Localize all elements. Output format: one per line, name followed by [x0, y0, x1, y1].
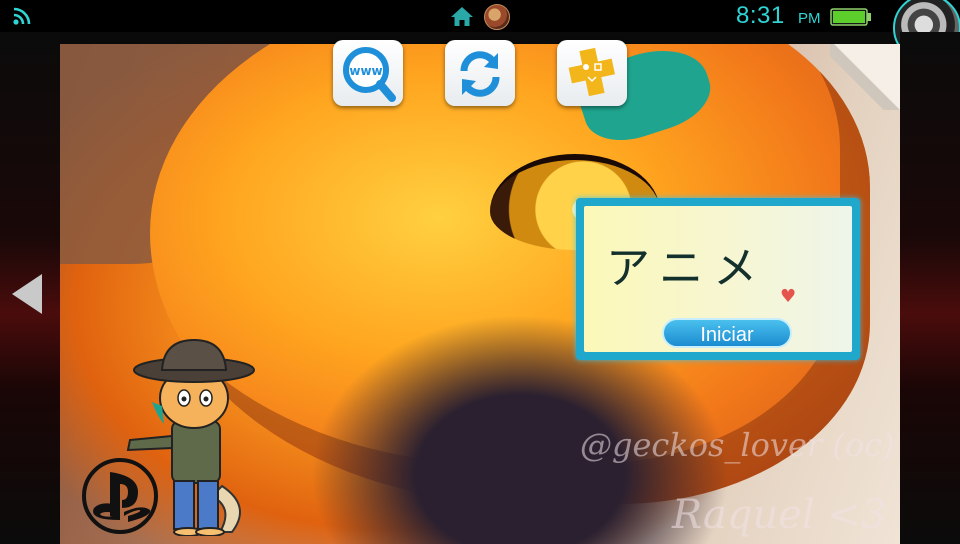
- refresh-arrows-icon: [460, 51, 500, 97]
- live-area-title: アニメ: [606, 243, 768, 294]
- status-bar: 8:31 PM: [0, 0, 960, 62]
- clock-time: 8:31: [736, 2, 785, 29]
- svg-text:www: www: [349, 64, 382, 78]
- playstation-logo: [82, 458, 158, 534]
- www-magnifier-icon: www: [343, 47, 396, 102]
- heart-icon: ♥: [780, 286, 797, 307]
- page-curl[interactable]: [830, 44, 900, 110]
- system-update-app-button[interactable]: [445, 40, 515, 106]
- clock-meridiem: PM: [798, 10, 821, 27]
- playstation-plus-app-button[interactable]: [557, 40, 627, 106]
- home-icon[interactable]: [450, 5, 474, 27]
- ps-plus-icon: [568, 47, 615, 97]
- start-button[interactable]: Iniciar: [662, 318, 792, 348]
- browser-app-button[interactable]: www: [333, 40, 403, 106]
- wifi-icon: [13, 7, 31, 25]
- notification-avatar[interactable]: [484, 4, 510, 30]
- right-backdrop: [900, 32, 960, 544]
- left-arrow-icon[interactable]: [10, 272, 44, 316]
- battery-icon: [830, 8, 871, 26]
- watermark-signature: Raquel <3: [672, 492, 887, 538]
- live-area-card-inner: アニメ ♥ Iniciar: [584, 206, 852, 352]
- live-area-card[interactable]: アニメ ♥ Iniciar: [576, 198, 860, 360]
- watermark-handle: @geckos_lover (oc): [580, 426, 895, 464]
